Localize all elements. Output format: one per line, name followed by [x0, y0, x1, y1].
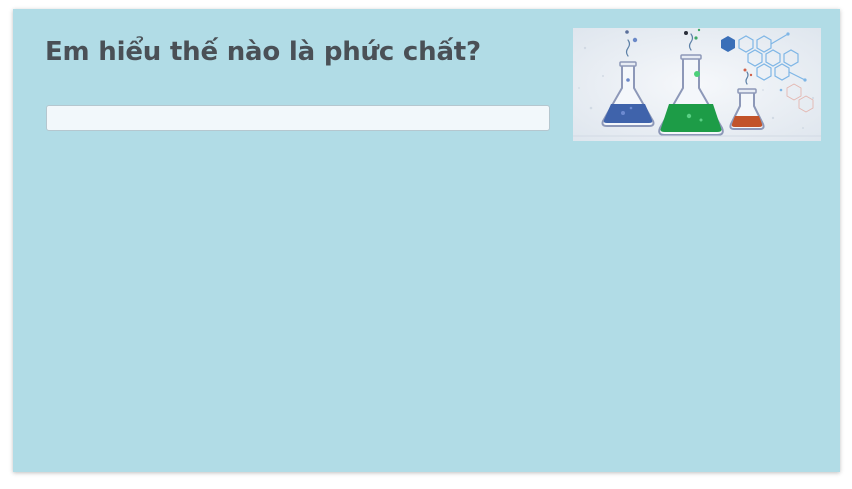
- chemistry-flasks-image: [573, 28, 821, 141]
- chemistry-illustration: [573, 28, 821, 141]
- slide: Em hiểu thế nào là phức chất?: [13, 9, 840, 472]
- answer-input[interactable]: [46, 105, 550, 131]
- question-title: Em hiểu thế nào là phức chất?: [45, 37, 481, 67]
